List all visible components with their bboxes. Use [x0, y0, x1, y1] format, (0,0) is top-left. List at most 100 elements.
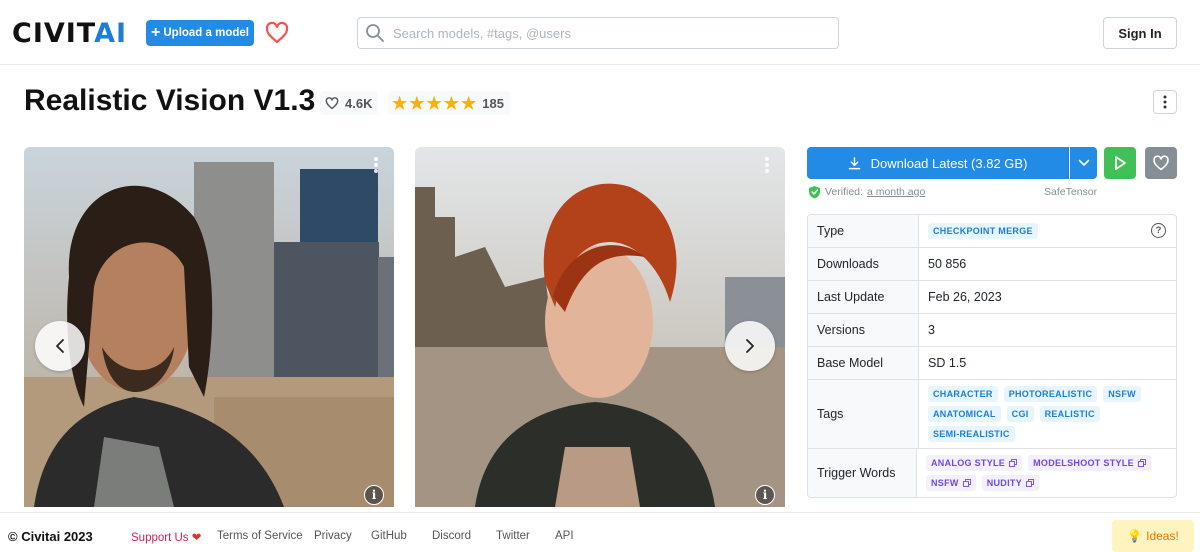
detail-value: CHARACTER PHOTOREALISTIC NSFW ANATOMICAL…: [919, 380, 1176, 448]
star-icon: ★: [392, 93, 408, 113]
run-model-button[interactable]: [1104, 147, 1136, 179]
search-box[interactable]: [357, 17, 839, 49]
type-badge: CHECKPOINT MERGE: [928, 223, 1038, 239]
copyright-text: © Civitai 2023: [8, 529, 93, 544]
tag-badge[interactable]: CGI: [1006, 406, 1034, 422]
portrait-man-photo: [24, 147, 394, 507]
gallery-image-2[interactable]: i: [415, 147, 785, 507]
download-options-dropdown[interactable]: [1070, 147, 1097, 179]
lightbulb-icon: 💡: [1127, 529, 1143, 543]
detail-row-tags: Tags CHARACTER PHOTOREALISTIC NSFW ANATO…: [808, 380, 1176, 449]
rating-stars: ★ ★ ★ ★ ★: [392, 95, 476, 112]
logo-text-ai: AI: [94, 18, 128, 49]
tag-list: CHARACTER PHOTOREALISTIC NSFW ANATOMICAL…: [928, 381, 1168, 447]
play-icon: [1115, 156, 1126, 170]
tag-badge[interactable]: SEMI-REALISTIC: [928, 426, 1015, 442]
download-button-group: Download Latest (3.82 GB): [807, 147, 1097, 179]
trigger-word-badge[interactable]: NUDITY: [981, 475, 1040, 491]
support-us-link[interactable]: Support Us ❤: [131, 530, 201, 544]
trigger-word-badge[interactable]: MODELSHOOT STYLE: [1028, 455, 1151, 471]
detail-row-base-model: Base Model SD 1.5: [808, 347, 1176, 380]
github-link[interactable]: GitHub: [371, 530, 407, 542]
tag-badge[interactable]: PHOTOREALISTIC: [1003, 386, 1098, 402]
detail-key: Tags: [808, 380, 919, 448]
model-details-table: Type CHECKPOINT MERGE ? Downloads 50 856…: [807, 214, 1177, 498]
star-icon: ★: [409, 93, 425, 113]
image-options-button[interactable]: [370, 155, 382, 175]
trigger-word-badge[interactable]: NSFW: [926, 475, 976, 491]
detail-value: Feb 26, 2023: [928, 290, 1002, 304]
upload-model-button[interactable]: + Upload a model: [146, 20, 254, 46]
detail-key: Downloads: [808, 248, 919, 280]
download-latest-label: Download Latest (3.82 GB): [870, 155, 1028, 171]
model-menu-button[interactable]: [1153, 90, 1177, 114]
ideas-label: Ideas!: [1146, 529, 1179, 543]
detail-value: SD 1.5: [928, 356, 967, 370]
search-input[interactable]: [393, 25, 833, 41]
search-icon: [366, 24, 384, 42]
help-icon[interactable]: ?: [1151, 223, 1166, 238]
detail-row-type: Type CHECKPOINT MERGE ?: [808, 215, 1176, 248]
portrait-woman-photo: [415, 147, 785, 507]
star-icon: ★: [443, 93, 459, 113]
detail-row-trigger-words: Trigger Words ANALOG STYLE MODELSHOOT ST…: [808, 449, 1176, 497]
heart-icon: [265, 21, 289, 44]
detail-value: 50 856: [928, 257, 967, 271]
detail-key: Versions: [808, 314, 919, 346]
detail-key: Type: [808, 215, 919, 247]
chevron-left-icon: [56, 339, 64, 353]
download-latest-button[interactable]: Download Latest (3.82 GB): [807, 147, 1069, 179]
shield-check-icon: [809, 186, 820, 199]
support-heart-button[interactable]: [263, 20, 291, 46]
discord-link[interactable]: Discord: [432, 530, 471, 542]
logo-text-civit: CIVIT: [12, 18, 95, 49]
favorite-button[interactable]: [1145, 147, 1177, 179]
tag-badge[interactable]: REALISTIC: [1039, 406, 1100, 422]
chevron-down-icon: [1078, 159, 1089, 166]
verified-status: Verified: a month ago: [808, 185, 925, 199]
detail-value: ANALOG STYLE MODELSHOOT STYLE NSFW NUDIT…: [917, 449, 1176, 497]
heart-icon: [1153, 155, 1169, 171]
image-info-icon[interactable]: i: [364, 485, 384, 505]
gallery-prev-button[interactable]: [35, 321, 85, 371]
trigger-word-list: ANALOG STYLE MODELSHOOT STYLE NSFW NUDIT…: [926, 450, 1176, 496]
detail-key: Trigger Words: [808, 449, 917, 497]
copy-icon: [1026, 479, 1034, 487]
trigger-word-badge[interactable]: ANALOG STYLE: [926, 455, 1023, 471]
heart-icon: ❤: [191, 532, 202, 544]
civitai-logo[interactable]: CIVITAI: [12, 20, 127, 47]
page-footer: © Civitai 2023 Support Us ❤ Terms of Ser…: [0, 512, 1200, 552]
tag-badge[interactable]: CHARACTER: [928, 386, 998, 402]
sign-in-button[interactable]: Sign In: [1103, 17, 1177, 49]
tag-badge[interactable]: NSFW: [1103, 386, 1141, 402]
api-link[interactable]: API: [555, 530, 574, 542]
gallery-image-1[interactable]: i: [24, 147, 394, 507]
gallery-next-button[interactable]: [725, 321, 775, 371]
chevron-right-icon: [746, 339, 754, 353]
terms-link[interactable]: Terms of Service: [217, 530, 303, 542]
ideas-button[interactable]: 💡 Ideas!: [1112, 520, 1194, 552]
vertical-dots-icon: [1163, 95, 1167, 109]
verified-time-link[interactable]: a month ago: [867, 186, 925, 198]
twitter-link[interactable]: Twitter: [496, 530, 530, 542]
star-icon: ★: [461, 93, 477, 113]
likes-badge[interactable]: 4.6K: [320, 91, 379, 115]
download-icon: [848, 156, 860, 169]
detail-row-downloads: Downloads 50 856: [808, 248, 1176, 281]
image-options-button[interactable]: [761, 155, 773, 175]
star-icon: ★: [426, 93, 442, 113]
model-title: Realistic Vision V1.3: [24, 84, 316, 117]
top-header: CIVITAI + Upload a model Sign In: [0, 0, 1200, 65]
detail-row-versions: Versions 3: [808, 314, 1176, 347]
tag-badge[interactable]: ANATOMICAL: [928, 406, 1001, 422]
rating-count: 185: [482, 95, 504, 111]
detail-row-last-update: Last Update Feb 26, 2023: [808, 281, 1176, 314]
likes-count: 4.6K: [345, 95, 373, 111]
copy-icon: [1137, 459, 1146, 467]
privacy-link[interactable]: Privacy: [314, 530, 352, 542]
detail-key: Base Model: [808, 347, 919, 379]
rating-badge[interactable]: ★ ★ ★ ★ ★ 185: [388, 91, 510, 115]
verified-label: Verified:: [825, 186, 863, 198]
image-info-icon[interactable]: i: [755, 485, 775, 505]
detail-value: 3: [928, 323, 935, 337]
